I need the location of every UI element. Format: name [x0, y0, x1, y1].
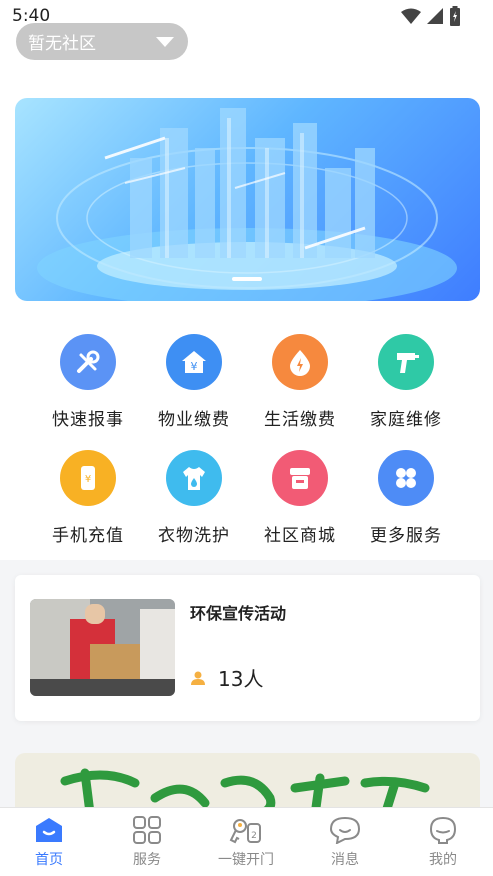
banner-city-illustration	[37, 108, 457, 301]
status-icons	[401, 6, 461, 26]
service-more[interactable]: 更多服务	[356, 450, 456, 546]
home-screen: 5:40 暂无社区 快速报事 ¥ 物业缴费 生活缴费 家庭维修 ¥ 手机充值 衣…	[0, 0, 493, 876]
chat-bubble-icon	[329, 816, 361, 844]
tab-profile[interactable]: 我的	[398, 816, 488, 869]
service-home-repair[interactable]: 家庭维修	[356, 334, 456, 430]
service-grid: 快速报事 ¥ 物业缴费 生活缴费 家庭维修 ¥ 手机充值 衣物洗护 社区商城 更…	[0, 320, 493, 560]
tools-icon	[77, 350, 100, 373]
service-icon-circle	[166, 450, 222, 506]
service-icon-circle	[272, 450, 328, 506]
grid-more-icon	[396, 468, 416, 488]
tab-services[interactable]: 服务	[102, 816, 192, 869]
tab-open-door[interactable]: 2 一键开门	[201, 816, 291, 869]
service-icon-circle: ¥	[60, 450, 116, 506]
service-utility-fee[interactable]: 生活缴费	[250, 334, 350, 430]
community-selector[interactable]: 暂无社区	[16, 23, 188, 60]
caret-down-icon	[156, 36, 174, 47]
home-icon	[36, 818, 62, 842]
service-label: 衣物洗护	[158, 526, 230, 546]
tab-label: 消息	[331, 852, 359, 868]
activity-thumbnail	[30, 599, 175, 696]
tab-messages[interactable]: 消息	[300, 816, 390, 869]
service-label: 物业缴费	[158, 410, 230, 430]
service-quick-report[interactable]: 快速报事	[38, 334, 138, 430]
drill-icon	[397, 353, 419, 373]
svg-text:¥: ¥	[85, 474, 91, 485]
service-icon-circle	[378, 334, 434, 390]
tab-label: 一键开门	[218, 852, 274, 868]
service-label: 生活缴费	[264, 410, 336, 430]
bottom-tab-bar: 首页 服务 2 一键开门 消息 我的	[0, 807, 493, 876]
svg-text:2: 2	[251, 831, 257, 841]
service-laundry[interactable]: 衣物洗护	[144, 450, 244, 546]
tab-label: 首页	[35, 852, 63, 868]
service-label: 手机充值	[52, 526, 124, 546]
service-property-fee[interactable]: ¥ 物业缴费	[144, 334, 244, 430]
service-icon-circle	[60, 334, 116, 390]
house-yen-icon: ¥	[182, 351, 206, 373]
person-icon	[191, 671, 205, 685]
delivery-photo	[30, 599, 175, 696]
svg-text:¥: ¥	[191, 360, 198, 373]
wifi-icon	[401, 8, 421, 24]
service-icon-circle: ¥	[166, 334, 222, 390]
banner-indicator	[232, 277, 262, 281]
service-icon-circle	[272, 334, 328, 390]
service-label: 家庭维修	[370, 410, 442, 430]
activity-title: 环保宣传活动	[190, 604, 287, 623]
utility-drop-icon	[290, 350, 310, 376]
keys-icon: 2	[229, 819, 261, 844]
header-area: 5:40 暂无社区	[0, 0, 493, 320]
battery-icon	[450, 6, 460, 26]
activity-card[interactable]: 环保宣传活动 13人	[15, 575, 480, 721]
service-community-mall[interactable]: 社区商城	[250, 450, 350, 546]
signal-icon	[427, 8, 443, 24]
profile-icon	[429, 816, 457, 844]
phone-recharge-icon: ¥	[81, 466, 95, 490]
activity-participants: 13人	[190, 663, 263, 692]
service-phone-recharge[interactable]: ¥ 手机充值	[38, 450, 138, 546]
service-label: 社区商城	[264, 526, 336, 546]
apps-grid-icon	[133, 816, 161, 844]
service-icon-circle	[378, 450, 434, 506]
tab-label: 我的	[429, 852, 457, 868]
tab-home[interactable]: 首页	[4, 816, 94, 869]
participant-count: 13人	[218, 667, 264, 691]
hero-banner[interactable]	[15, 98, 480, 301]
community-label: 暂无社区	[28, 34, 96, 54]
shirt-icon	[183, 467, 205, 490]
tab-label: 服务	[133, 852, 161, 868]
service-label: 快速报事	[52, 410, 124, 430]
service-label: 更多服务	[370, 526, 442, 546]
store-icon	[290, 468, 310, 489]
